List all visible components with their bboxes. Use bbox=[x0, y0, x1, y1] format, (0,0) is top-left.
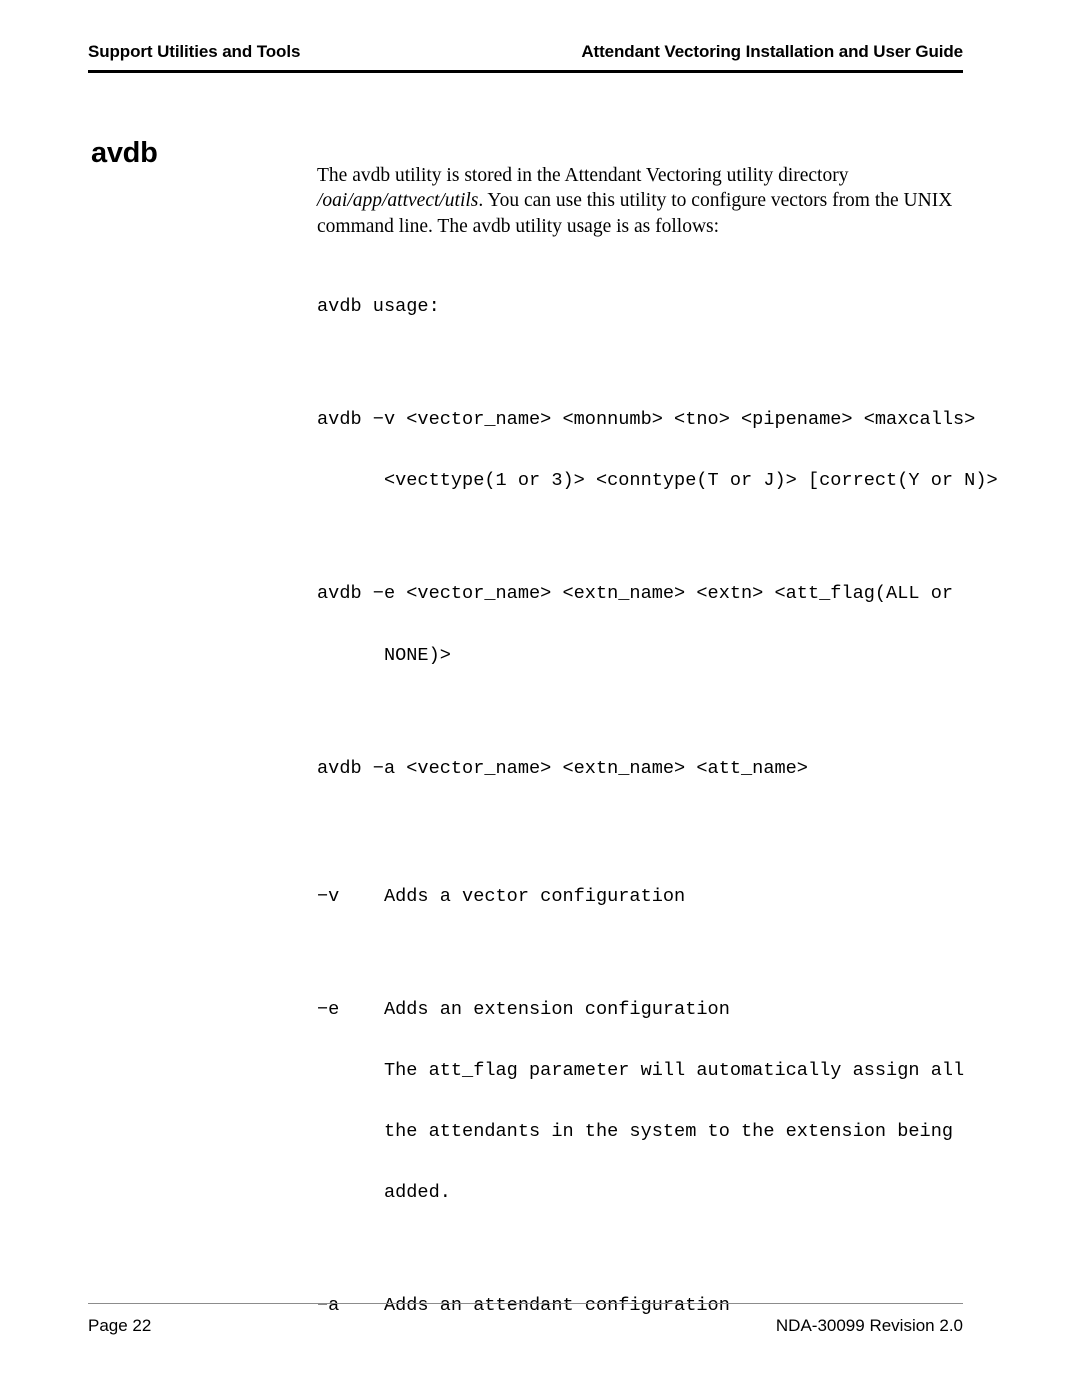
flag-a-description: −a Adds an attendant configuration bbox=[317, 1295, 730, 1317]
header-right-title: Attendant Vectoring Installation and Use… bbox=[581, 42, 963, 61]
code-spacer bbox=[317, 707, 977, 718]
vector-command-line-1: avdb −v <vector_name> <monnumb> <tno> <p… bbox=[317, 409, 976, 431]
footer-page-number: Page 22 bbox=[88, 1316, 152, 1335]
usage-label-line: avdb usage: bbox=[317, 296, 440, 318]
flag-v-description: −v Adds a vector configuration bbox=[317, 885, 686, 907]
header-divider-rule bbox=[88, 70, 963, 73]
code-spacer bbox=[317, 358, 977, 369]
utility-directory-path: /oai/app/attvect/utils bbox=[317, 190, 479, 212]
footer-divider-rule bbox=[88, 1303, 963, 1304]
extension-command-line-2: NONE)> bbox=[317, 644, 451, 666]
extension-command-line-1: avdb −e <vector_name> <extn_name> <extn>… bbox=[317, 583, 954, 605]
flag-e-note-line-2: the attendants in the system to the exte… bbox=[317, 1121, 954, 1143]
footer-document-reference: NDA-30099 Revision 2.0 bbox=[775, 1316, 963, 1335]
code-spacer bbox=[317, 533, 977, 544]
code-spacer bbox=[317, 948, 977, 959]
attendant-command-line-1: avdb −a <vector_name> <extn_name> <att_n… bbox=[317, 757, 808, 779]
intro-paragraph: The avdb utility is stored in the Attend… bbox=[317, 163, 969, 239]
vector-command-line-2: <vecttype(1 or 3)> <conntype(T or J)> [c… bbox=[317, 470, 998, 492]
flag-descriptions-block: −v Adds a vector configuration −e Adds a… bbox=[317, 846, 977, 1358]
flag-e-description: −e Adds an extension configuration bbox=[317, 998, 730, 1020]
flag-e-note-line-3: added. bbox=[317, 1182, 451, 1204]
flag-e-note-line-1: The att_flag parameter will automaticall… bbox=[317, 1059, 965, 1081]
page-header: Support Utilities and Tools Attendant Ve… bbox=[88, 42, 963, 62]
body-content-column: The avdb utility is stored in the Attend… bbox=[317, 163, 998, 1358]
usage-code-block: avdb usage: avdb −v <vector_name> <monnu… bbox=[317, 256, 998, 820]
intro-text-before-path: The avdb utility is stored in the Attend… bbox=[317, 165, 849, 186]
code-spacer bbox=[317, 1245, 977, 1256]
page-footer: Page 22 NDA-30099 Revision 2.0 bbox=[88, 1316, 963, 1336]
header-left-title: Support Utilities and Tools bbox=[88, 42, 301, 61]
page-title: avdb bbox=[91, 137, 158, 170]
